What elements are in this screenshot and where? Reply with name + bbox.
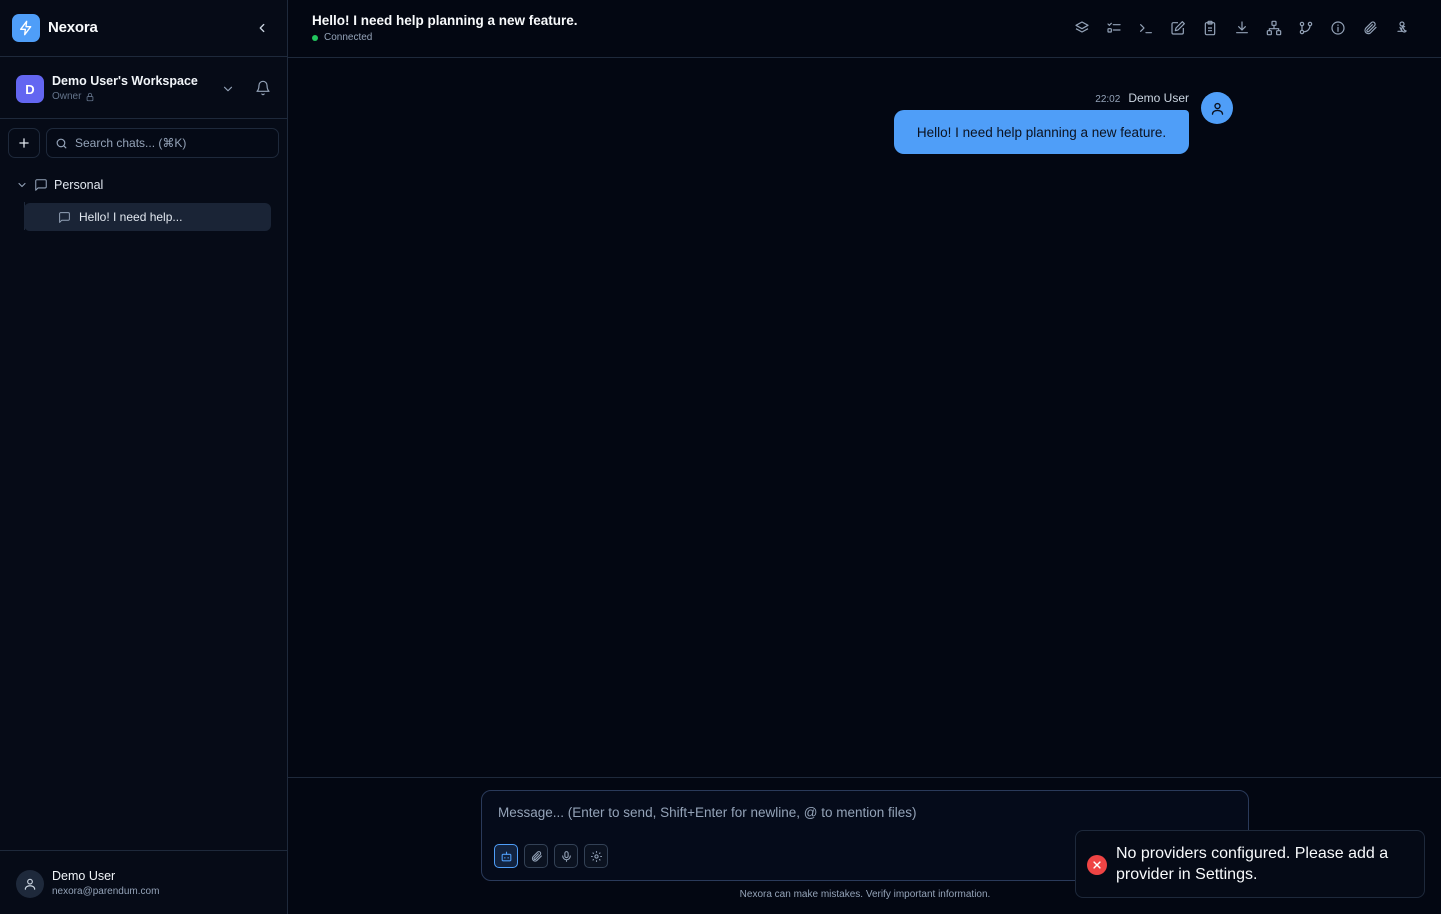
workspace-role-label: Owner	[52, 91, 82, 102]
user-icon	[16, 870, 44, 898]
message-meta: 22:02 Demo User	[1060, 91, 1189, 105]
chevron-left-icon	[259, 23, 265, 33]
new-chat-button[interactable]	[8, 128, 40, 158]
header-toolbar	[1072, 18, 1412, 38]
paperclip-icon[interactable]	[524, 844, 548, 868]
sidebar: Nexora D Demo User's Workspace Owner Per…	[0, 0, 288, 914]
search-icon	[56, 138, 67, 149]
collapse-sidebar-button[interactable]	[252, 18, 272, 38]
layers-icon[interactable]	[1072, 18, 1092, 38]
terminal-icon[interactable]	[1136, 18, 1156, 38]
chevron-down-icon	[18, 182, 26, 188]
plus-icon	[19, 138, 29, 148]
download-icon[interactable]	[1232, 18, 1252, 38]
user-icon	[1201, 92, 1233, 124]
message-author: Demo User	[1128, 91, 1189, 105]
lock-icon	[87, 92, 94, 101]
bell-icon[interactable]	[255, 80, 271, 96]
composer-tools	[494, 844, 608, 868]
chat-title: Hello! I need help planning a new featur…	[312, 13, 578, 28]
user-menu[interactable]: Demo User nexora@parendum.com	[0, 850, 287, 914]
folder-name: Personal	[54, 178, 104, 192]
sitemap-icon[interactable]	[1264, 18, 1284, 38]
chat-list-item[interactable]: Hello! I need help...	[24, 203, 271, 231]
message-square-icon	[35, 179, 47, 191]
user-name: Demo User	[52, 869, 116, 883]
search-input[interactable]	[75, 129, 275, 157]
brand-bar: Nexora	[0, 0, 287, 57]
chat-item-title: Hello! I need help...	[79, 210, 183, 224]
status-dot	[312, 34, 318, 41]
chat-header: Hello! I need help planning a new featur…	[288, 0, 1441, 58]
workspace-name: Demo User's Workspace	[52, 74, 198, 88]
chevron-down-icon[interactable]	[221, 82, 235, 96]
user-message-bubble: Hello! I need help planning a new featur…	[894, 110, 1189, 154]
message-input[interactable]	[498, 805, 1228, 829]
clipboard-icon[interactable]	[1200, 18, 1220, 38]
composer-divider	[288, 777, 1441, 778]
workspace-avatar: D	[16, 75, 44, 103]
folder-personal[interactable]: Personal	[16, 176, 276, 194]
error-toast[interactable]: No providers configured. Please add a pr…	[1075, 830, 1425, 898]
info-icon[interactable]	[1328, 18, 1348, 38]
git-branch-icon[interactable]	[1296, 18, 1316, 38]
app-name: Nexora	[48, 19, 98, 36]
paperclip-icon[interactable]	[1360, 18, 1380, 38]
workspace-role: Owner	[52, 91, 95, 102]
message-square-icon	[59, 212, 70, 223]
edit-icon[interactable]	[1168, 18, 1188, 38]
message-time: 22:02	[1095, 94, 1121, 105]
bot-icon[interactable]	[494, 844, 518, 868]
error-icon	[1087, 855, 1107, 875]
search-chats[interactable]	[46, 128, 279, 158]
connection-status: Connected	[312, 32, 372, 43]
status-label: Connected	[324, 32, 373, 43]
list-checks-icon[interactable]	[1104, 18, 1124, 38]
lightning-icon	[12, 14, 40, 42]
settings-icon[interactable]	[584, 844, 608, 868]
microphone-icon[interactable]	[554, 844, 578, 868]
webhook-icon[interactable]	[1392, 18, 1412, 38]
user-email: nexora@parendum.com	[52, 886, 160, 897]
toast-message: No providers configured. Please add a pr…	[1116, 845, 1389, 883]
workspace-switcher[interactable]: D Demo User's Workspace Owner	[0, 58, 287, 119]
